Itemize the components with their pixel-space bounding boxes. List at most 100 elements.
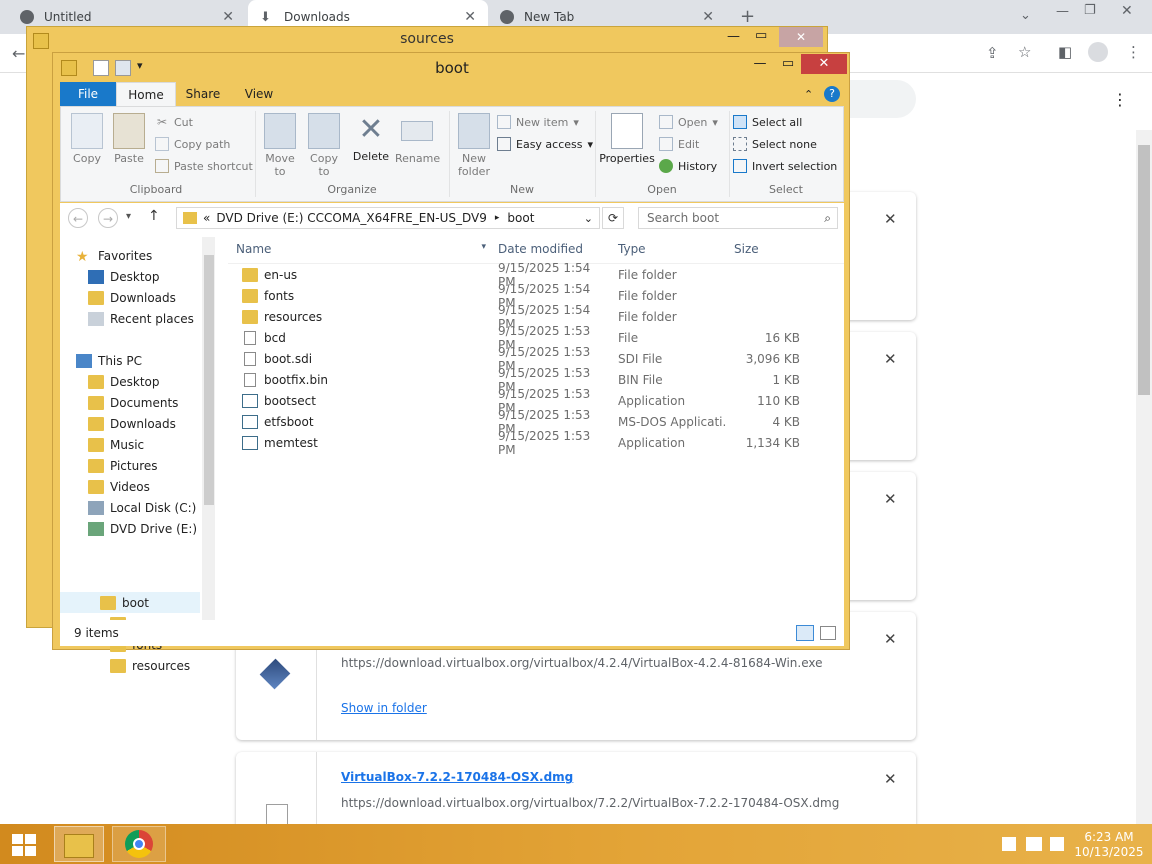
- clock[interactable]: 6:23 AM 10/13/2025: [1074, 830, 1144, 860]
- paste-button[interactable]: Paste: [109, 113, 149, 165]
- tab-search-icon[interactable]: ⌄: [1020, 8, 1031, 23]
- minimize-button[interactable]: —: [747, 54, 773, 74]
- help-icon[interactable]: ?: [824, 86, 840, 102]
- minimize-button[interactable]: —: [1056, 4, 1069, 19]
- rename-button[interactable]: Rename: [395, 113, 440, 165]
- nav-item-music[interactable]: Music: [76, 434, 200, 455]
- taskbar-file-explorer[interactable]: [54, 826, 104, 862]
- close-button[interactable]: ✕: [779, 27, 823, 47]
- maximize-button[interactable]: ▭: [775, 54, 801, 74]
- remove-download-icon[interactable]: ✕: [884, 210, 897, 228]
- remove-download-icon[interactable]: ✕: [884, 350, 897, 368]
- nav-item-pictures[interactable]: Pictures: [76, 455, 200, 476]
- nav-item-dvd-drive[interactable]: DVD Drive (E:) CC: [76, 518, 200, 539]
- crumb-separator-icon[interactable]: ▸: [495, 213, 500, 223]
- delete-button[interactable]: ✕ Delete: [351, 113, 391, 164]
- select-none-button[interactable]: Select none: [733, 137, 817, 151]
- close-button[interactable]: ✕: [801, 54, 847, 74]
- paste-shortcut-button[interactable]: Paste shortcut: [155, 159, 253, 173]
- nav-item-videos[interactable]: Videos: [76, 476, 200, 497]
- remove-download-icon[interactable]: ✕: [884, 490, 897, 508]
- profile-avatar[interactable]: [1088, 42, 1108, 62]
- downloads-search-box[interactable]: [850, 80, 916, 118]
- minimize-button[interactable]: —: [727, 29, 740, 44]
- close-tab-icon[interactable]: ✕: [222, 9, 234, 25]
- column-size[interactable]: Size: [726, 242, 806, 256]
- download-filename-link[interactable]: VirtualBox-7.2.2-170484-OSX.dmg: [341, 770, 573, 784]
- select-all-button[interactable]: Select all: [733, 115, 802, 129]
- tab-home[interactable]: Home: [116, 82, 176, 106]
- new-tab-button[interactable]: +: [740, 6, 755, 27]
- side-panel-icon[interactable]: ◧: [1058, 43, 1072, 61]
- nav-item-desktop-pc[interactable]: Desktop: [76, 371, 200, 392]
- tab-view[interactable]: View: [234, 82, 284, 106]
- new-folder-button[interactable]: New folder: [453, 113, 495, 178]
- action-center-flag-icon[interactable]: [1002, 837, 1016, 851]
- history-button[interactable]: History: [659, 159, 717, 173]
- nav-item-recent-places[interactable]: Recent places: [76, 308, 200, 329]
- volume-muted-icon[interactable]: [1050, 837, 1064, 851]
- close-tab-icon[interactable]: ✕: [464, 9, 476, 25]
- easy-access-button[interactable]: Easy access ▾: [497, 137, 593, 151]
- taskbar-chrome[interactable]: [112, 826, 166, 862]
- close-tab-icon[interactable]: ✕: [702, 9, 714, 25]
- column-name[interactable]: Name ▾: [228, 242, 490, 256]
- maximize-button[interactable]: ▭: [755, 28, 767, 43]
- open-button[interactable]: Open ▾: [659, 115, 718, 129]
- edit-button[interactable]: Edit: [659, 137, 699, 151]
- network-icon[interactable]: [1026, 837, 1042, 851]
- nav-favorites[interactable]: ★ Favorites: [76, 245, 200, 266]
- address-overflow[interactable]: «: [203, 211, 210, 225]
- nav-scrollbar-thumb[interactable]: [204, 255, 214, 505]
- large-icons-view-icon[interactable]: [820, 626, 836, 640]
- address-history-icon[interactable]: ⌄: [584, 212, 593, 225]
- chrome-menu-icon[interactable]: ⋮: [1126, 43, 1141, 61]
- copy-to-button[interactable]: Copy to: [303, 113, 345, 178]
- address-crumb-drive[interactable]: DVD Drive (E:) CCCOMA_X64FRE_EN-US_DV9: [216, 211, 487, 225]
- back-button[interactable]: ←: [68, 208, 88, 228]
- nav-item-resources[interactable]: resources: [110, 655, 200, 676]
- address-crumb-boot[interactable]: boot: [507, 211, 534, 225]
- new-item-button[interactable]: New item ▾: [497, 115, 579, 129]
- copy-button[interactable]: Copy: [67, 113, 107, 165]
- recent-locations-icon[interactable]: ▾: [126, 211, 131, 222]
- start-button[interactable]: [12, 834, 36, 856]
- address-box[interactable]: « DVD Drive (E:) CCCOMA_X64FRE_EN-US_DV9…: [176, 207, 600, 229]
- minimize-ribbon-icon[interactable]: ⌃: [804, 88, 813, 101]
- bookmark-star-icon[interactable]: ☆: [1018, 43, 1031, 61]
- file-type: Application: [618, 393, 686, 408]
- downloads-menu-icon[interactable]: ⋮: [1112, 90, 1128, 109]
- cut-button[interactable]: ✂ Cut: [155, 115, 193, 129]
- remove-download-icon[interactable]: ✕: [884, 630, 897, 648]
- invert-selection-button[interactable]: Invert selection: [733, 159, 837, 173]
- nav-item-documents[interactable]: Documents: [76, 392, 200, 413]
- page-scrollbar-thumb[interactable]: [1138, 145, 1150, 395]
- close-window-button[interactable]: ✕: [1121, 3, 1133, 19]
- column-type[interactable]: Type: [610, 242, 726, 256]
- details-view-icon[interactable]: [796, 625, 814, 641]
- remove-download-icon[interactable]: ✕: [884, 770, 897, 788]
- search-box[interactable]: Search boot ⌕: [638, 207, 838, 229]
- restore-button[interactable]: ❐: [1084, 3, 1096, 18]
- nav-this-pc[interactable]: This PC: [76, 350, 200, 371]
- nav-item-downloads-pc[interactable]: Downloads: [76, 413, 200, 434]
- tab-share[interactable]: Share: [178, 82, 228, 106]
- nav-item-local-disk[interactable]: Local Disk (C:): [76, 497, 200, 518]
- column-dropdown-icon[interactable]: ▾: [481, 242, 486, 252]
- refresh-button[interactable]: ⟳: [602, 207, 624, 229]
- up-button[interactable]: ↑: [148, 208, 160, 224]
- back-icon[interactable]: ←: [12, 44, 25, 63]
- share-icon[interactable]: ⇪: [986, 44, 999, 62]
- copy-path-button[interactable]: Copy path: [155, 137, 230, 151]
- file-row[interactable]: memtest 9/15/2025 1:53 PM Application 1,134…: [228, 429, 844, 457]
- search-icon[interactable]: ⌕: [824, 211, 831, 226]
- nav-item-desktop[interactable]: Desktop: [76, 266, 200, 287]
- nav-item-boot[interactable]: boot: [60, 592, 200, 613]
- show-in-folder-link[interactable]: Show in folder: [341, 701, 427, 715]
- column-date-modified[interactable]: Date modified: [490, 242, 610, 256]
- tab-file[interactable]: File: [60, 82, 116, 106]
- properties-button[interactable]: Properties: [597, 113, 657, 165]
- move-to-button[interactable]: Move to: [259, 113, 301, 178]
- forward-button[interactable]: →: [98, 208, 118, 228]
- nav-item-downloads[interactable]: Downloads: [76, 287, 200, 308]
